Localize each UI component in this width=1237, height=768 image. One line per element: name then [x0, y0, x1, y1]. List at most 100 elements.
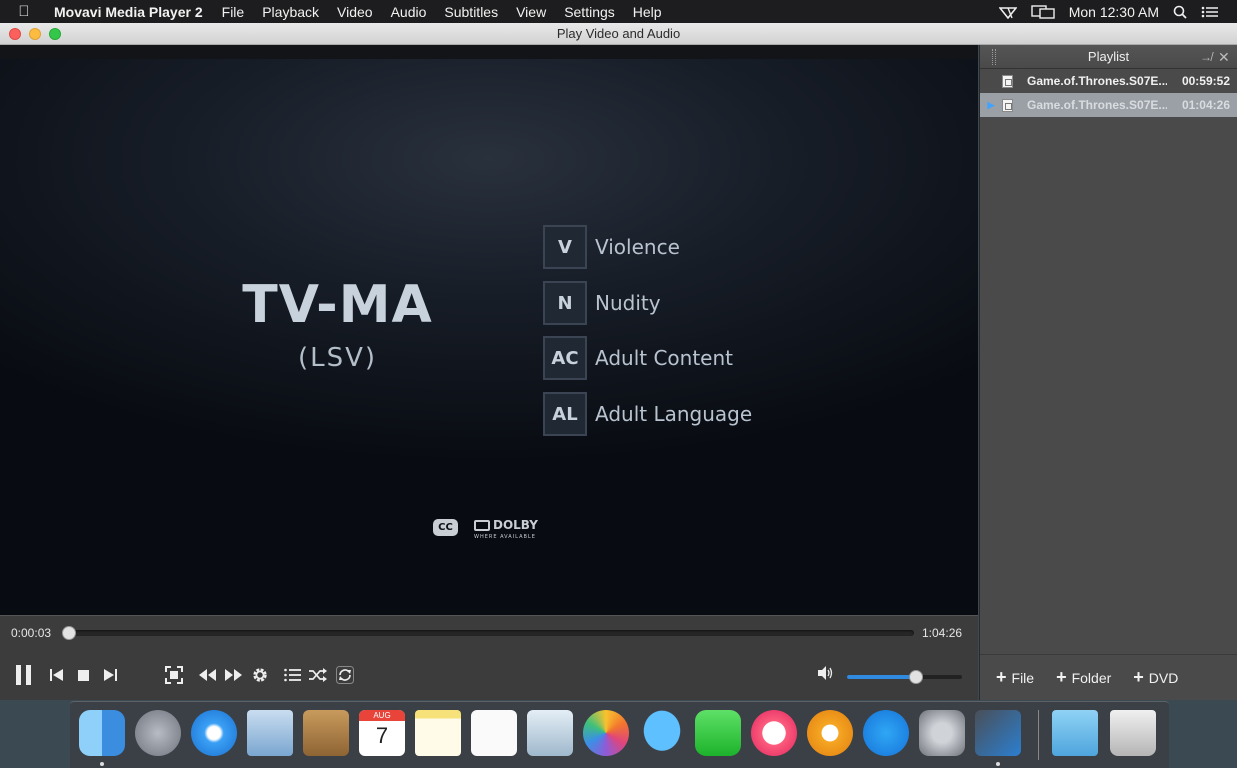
- previous-button[interactable]: [48, 664, 64, 686]
- add-folder-button[interactable]: + Folder: [1056, 667, 1111, 688]
- running-indicator: [996, 762, 1000, 766]
- calendar-month: AUG: [359, 710, 405, 721]
- itunes-icon[interactable]: [751, 710, 797, 756]
- volume-handle[interactable]: [909, 670, 923, 684]
- rewind-icon: [198, 669, 216, 681]
- calendar-day: 7: [375, 723, 389, 748]
- descriptor-adult-content: AC Adult Content: [543, 336, 733, 380]
- descriptor-code: AL: [543, 392, 587, 436]
- airplay-display-icon[interactable]: [1031, 4, 1055, 19]
- zoom-window-button[interactable]: [49, 28, 61, 40]
- notification-center-icon[interactable]: [1201, 6, 1219, 18]
- shuffle-button[interactable]: [308, 664, 328, 686]
- video-display[interactable]: TV-MA (LSV) V Violence N Nudity AC Adult…: [0, 45, 978, 615]
- spotlight-search-icon[interactable]: [1173, 5, 1187, 19]
- calendar-icon[interactable]: AUG 7: [359, 710, 405, 756]
- menu-file[interactable]: File: [213, 4, 254, 20]
- plus-icon: +: [1056, 667, 1067, 687]
- add-dvd-button[interactable]: + DVD: [1133, 667, 1178, 688]
- menu-playback[interactable]: Playback: [253, 4, 328, 20]
- volume-icon[interactable]: [818, 666, 834, 685]
- menu-video[interactable]: Video: [328, 4, 382, 20]
- volume-level: [847, 675, 916, 679]
- rewind-button[interactable]: [197, 664, 217, 686]
- add-file-button[interactable]: + File: [996, 667, 1034, 688]
- playlist-item-name: Game.of.Thrones.S07E...: [1027, 98, 1167, 112]
- playlist-title: Playlist: [1087, 49, 1130, 64]
- tv-rating: TV-MA: [242, 275, 433, 335]
- repeat-icon: [336, 666, 354, 684]
- playlist-toggle-button[interactable]: [282, 664, 302, 686]
- add-dvd-label: DVD: [1148, 669, 1179, 686]
- playlist-item[interactable]: Game.of.Thrones.S07E... 00:59:52: [980, 69, 1237, 93]
- fast-forward-button[interactable]: [223, 664, 243, 686]
- volume-slider[interactable]: [847, 670, 962, 684]
- window-title: Play Video and Audio: [556, 26, 681, 41]
- fullscreen-icon: [165, 666, 183, 684]
- descriptor-label: Adult Language: [595, 402, 753, 426]
- finder-icon[interactable]: [79, 710, 125, 756]
- menu-help[interactable]: Help: [624, 4, 671, 20]
- pin-icon[interactable]: ↛: [1200, 45, 1212, 69]
- photos-icon[interactable]: [583, 710, 629, 756]
- dolby-logo: DOLBY WHERE AVAILABLE: [474, 518, 554, 540]
- stop-button[interactable]: [76, 664, 90, 686]
- seek-bar[interactable]: [61, 626, 914, 640]
- apple-menu-icon[interactable]: : [0, 3, 48, 20]
- movavi-player-icon[interactable]: [975, 710, 1021, 756]
- notes-icon[interactable]: [415, 710, 461, 756]
- video-file-icon: [1002, 98, 1013, 112]
- app-store-icon[interactable]: [863, 710, 909, 756]
- system-preferences-icon[interactable]: [919, 710, 965, 756]
- drag-handle-icon[interactable]: [992, 49, 996, 65]
- gear-icon: [253, 668, 267, 682]
- launchpad-icon[interactable]: [135, 710, 181, 756]
- next-button[interactable]: [102, 664, 118, 686]
- minimize-window-button[interactable]: [29, 28, 41, 40]
- fullscreen-button[interactable]: [163, 664, 185, 686]
- menu-bar:  Movavi Media Player 2 File Playback Vi…: [0, 0, 1237, 23]
- menu-view[interactable]: View: [507, 4, 555, 20]
- plus-icon: +: [1133, 667, 1144, 687]
- video-file-icon: [1002, 74, 1013, 88]
- close-window-button[interactable]: [9, 28, 21, 40]
- seek-handle[interactable]: [61, 626, 76, 640]
- menu-subtitles[interactable]: Subtitles: [435, 4, 507, 20]
- running-indicator: [100, 762, 104, 766]
- playlist-panel: Playlist ↛ ✕ Game.of.Thrones.S07E... 00:…: [979, 45, 1237, 700]
- dock: AUG 7: [70, 701, 1169, 768]
- descriptor-code: N: [543, 281, 587, 325]
- menu-audio[interactable]: Audio: [382, 4, 436, 20]
- playlist-icon: [283, 668, 301, 682]
- descriptor-label: Violence: [595, 235, 680, 259]
- dolby-subtext: WHERE AVAILABLE: [474, 534, 536, 540]
- contacts-icon[interactable]: [303, 710, 349, 756]
- video-top-strip: [0, 45, 978, 59]
- add-file-label: File: [1011, 669, 1035, 686]
- descriptor-violence: V Violence: [543, 225, 680, 269]
- repeat-button[interactable]: [335, 664, 355, 686]
- mail-icon[interactable]: [247, 710, 293, 756]
- clock[interactable]: Mon 12:30 AM: [1069, 4, 1159, 20]
- settings-button[interactable]: [250, 664, 270, 686]
- closed-captions-logo: CC: [433, 519, 458, 536]
- wifi-icon[interactable]: [998, 5, 1017, 19]
- skip-previous-icon: [49, 669, 63, 681]
- safari-icon[interactable]: [191, 710, 237, 756]
- descriptor-label: Adult Content: [595, 346, 733, 370]
- preview-icon[interactable]: [527, 710, 573, 756]
- app-menu[interactable]: Movavi Media Player 2: [48, 4, 213, 20]
- pause-button[interactable]: [14, 664, 34, 686]
- close-icon[interactable]: ✕: [1218, 45, 1230, 69]
- playlist-header: Playlist ↛ ✕: [980, 45, 1237, 69]
- trash-icon[interactable]: [1110, 710, 1156, 756]
- downloads-folder-icon[interactable]: [1052, 710, 1098, 756]
- facetime-icon[interactable]: [695, 710, 741, 756]
- reminders-icon[interactable]: [471, 710, 517, 756]
- messages-icon[interactable]: [639, 710, 685, 756]
- playlist-item[interactable]: ▶ Game.of.Thrones.S07E... 01:04:26: [980, 93, 1237, 117]
- playlist-item-name: Game.of.Thrones.S07E...: [1027, 74, 1167, 88]
- menu-settings[interactable]: Settings: [555, 4, 624, 20]
- playback-controls: 0:00:03 1:04:26: [0, 615, 978, 700]
- ibooks-icon[interactable]: [807, 710, 853, 756]
